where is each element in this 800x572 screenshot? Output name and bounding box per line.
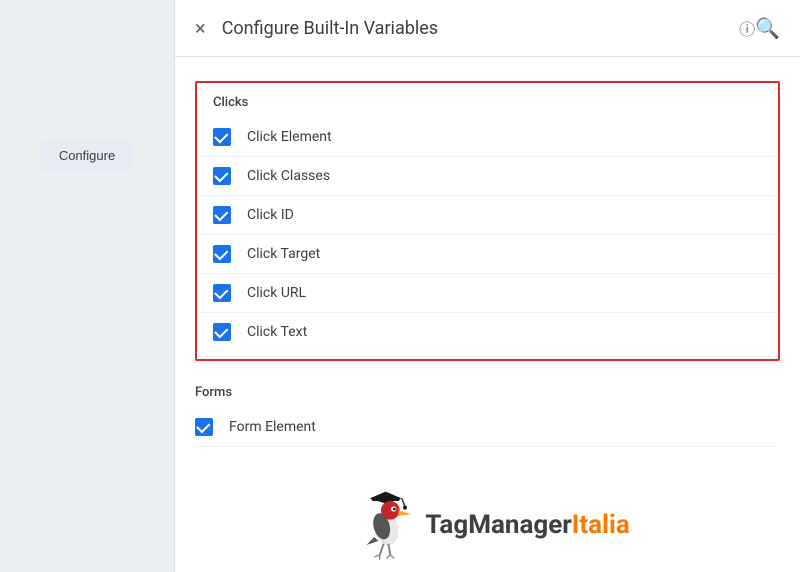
variable-name-click-target: Click Target xyxy=(247,246,320,262)
checkbox-checked-icon xyxy=(213,206,231,224)
clicks-section-label: Clicks xyxy=(197,95,778,118)
checkbox-click-id[interactable] xyxy=(213,206,231,224)
variable-name-click-url: Click URL xyxy=(247,285,306,301)
main-panel: × Configure Built-In Variables ⓘ 🔍 Click… xyxy=(175,0,800,572)
panel-content: Clicks Click Element Click Classes Click… xyxy=(175,57,800,572)
logo-area: TagManagerItalia xyxy=(175,465,800,572)
panel-header: × Configure Built-In Variables ⓘ 🔍 xyxy=(175,0,800,57)
logo-text-black: TagManager xyxy=(425,510,572,540)
configure-button[interactable]: Configure xyxy=(41,140,133,171)
variable-name-form-element: Form Element xyxy=(229,419,316,435)
panel-title: Configure Built-In Variables xyxy=(222,18,731,39)
variable-name-click-id: Click ID xyxy=(247,207,294,223)
variable-name-click-element: Click Element xyxy=(247,129,332,145)
list-item[interactable]: Click URL xyxy=(197,274,778,313)
forms-section-label: Forms xyxy=(195,385,780,408)
checkbox-checked-icon xyxy=(213,245,231,263)
checkbox-click-url[interactable] xyxy=(213,284,231,302)
forms-section: Forms Form Element xyxy=(175,377,800,455)
checkbox-click-text[interactable] xyxy=(213,323,231,341)
checkbox-click-classes[interactable] xyxy=(213,167,231,185)
list-item[interactable]: Click Classes xyxy=(197,157,778,196)
checkbox-checked-icon xyxy=(213,167,231,185)
checkbox-click-target[interactable] xyxy=(213,245,231,263)
list-item[interactable]: Form Element xyxy=(195,408,780,447)
checkbox-checked-icon xyxy=(213,128,231,146)
list-item[interactable]: Click Target xyxy=(197,235,778,274)
logo-text-orange: Italia xyxy=(572,510,630,540)
help-icon[interactable]: ⓘ xyxy=(739,16,755,40)
sidebar: Configure xyxy=(0,0,175,572)
bird-logo-icon xyxy=(345,485,425,565)
clicks-section: Clicks Click Element Click Classes Click… xyxy=(195,81,780,361)
checkbox-checked-icon xyxy=(213,284,231,302)
checkbox-checked-icon xyxy=(213,323,231,341)
checkbox-form-element[interactable] xyxy=(195,418,213,436)
checkbox-click-element[interactable] xyxy=(213,128,231,146)
list-item[interactable]: Click Element xyxy=(197,118,778,157)
checkbox-checked-icon xyxy=(195,418,213,436)
list-item[interactable]: Click ID xyxy=(197,196,778,235)
variable-name-click-text: Click Text xyxy=(247,324,307,340)
search-icon[interactable]: 🔍 xyxy=(755,16,780,40)
logo-text: TagManagerItalia xyxy=(425,510,630,540)
close-icon[interactable]: × xyxy=(195,18,206,38)
list-item[interactable]: Click Text xyxy=(197,313,778,351)
variable-name-click-classes: Click Classes xyxy=(247,168,330,184)
